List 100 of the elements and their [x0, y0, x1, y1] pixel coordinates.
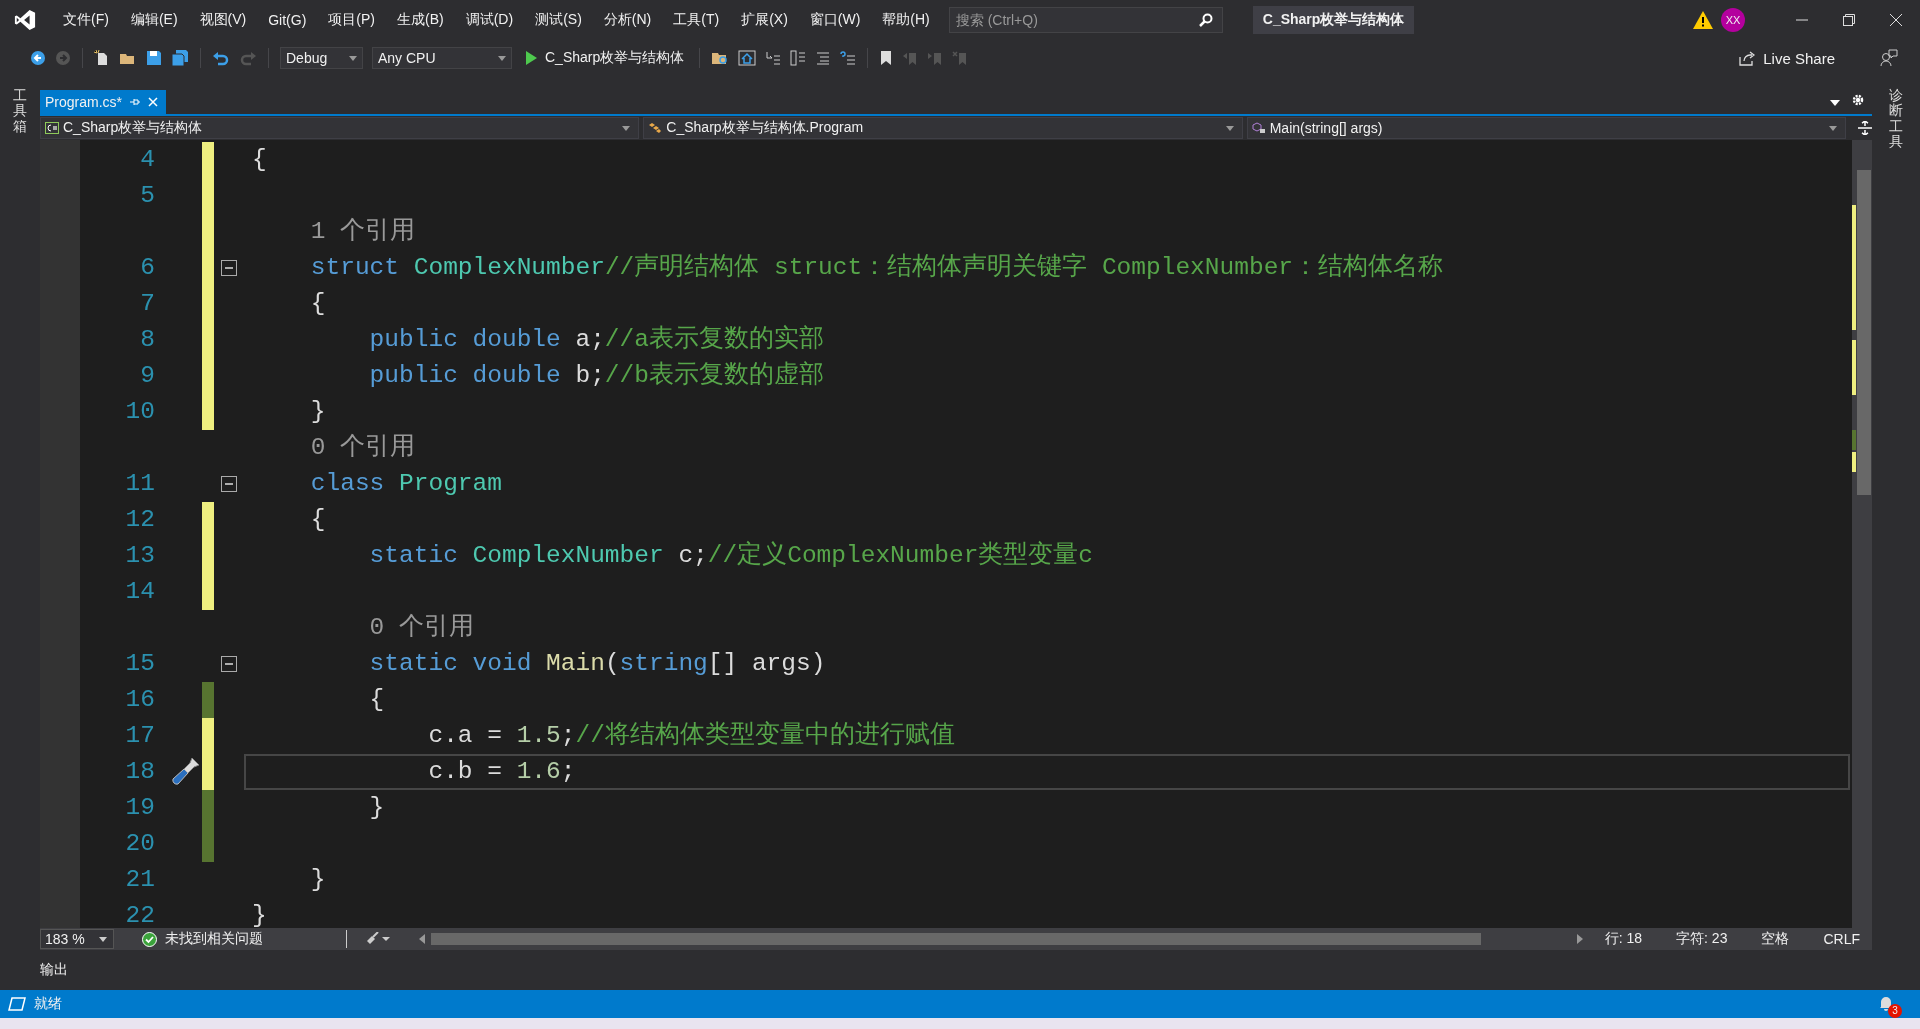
reference-count[interactable]: 0 个引用: [252, 434, 416, 461]
code-token: ;: [560, 722, 576, 749]
menu-item[interactable]: Git(G): [257, 12, 318, 28]
menu-item[interactable]: 窗口(W): [798, 11, 872, 29]
save-icon[interactable]: [146, 50, 162, 66]
line-number: 12: [124, 505, 155, 535]
split-icon[interactable]: [1858, 121, 1872, 135]
comment-lines-icon[interactable]: [815, 50, 832, 66]
member-dropdown[interactable]: Main(string[] args): [1246, 117, 1847, 139]
scroll-thumb[interactable]: [1857, 170, 1871, 495]
line-number: 19: [124, 793, 155, 823]
check-circle-icon: [142, 931, 157, 947]
line-number: 21: [124, 865, 155, 895]
vertical-scrollbar[interactable]: [1852, 140, 1872, 928]
line-number: 22: [124, 901, 155, 928]
feedback-icon[interactable]: [1880, 49, 1898, 67]
code-token: {: [309, 506, 326, 533]
settings-icon[interactable]: [1852, 94, 1864, 106]
menu-item[interactable]: 工具(T): [662, 11, 731, 29]
line-number: 15: [124, 649, 155, 679]
scroll-right-icon[interactable]: [1576, 934, 1583, 944]
issues-status[interactable]: 未找到相关问题: [165, 930, 263, 948]
start-button[interactable]: C_Sharp枚举与结构体: [521, 49, 689, 67]
code-token: (: [604, 650, 620, 677]
save-all-icon[interactable]: [171, 50, 189, 66]
search-field[interactable]: 搜索 (Ctrl+Q): [948, 7, 1223, 33]
reference-count[interactable]: 1 个引用: [252, 218, 416, 245]
fold-toggle-icon[interactable]: [221, 476, 237, 492]
caret-icon: [99, 936, 107, 942]
code-token: public double: [368, 362, 562, 389]
line-number: 6: [139, 253, 155, 283]
home-icon[interactable]: [738, 50, 757, 66]
csharp-project-icon: [45, 122, 59, 134]
code-token: [] args): [707, 650, 826, 677]
bell-icon[interactable]: [1878, 994, 1894, 1011]
output-tab[interactable]: 输出: [40, 961, 68, 979]
code-token: }: [368, 794, 385, 821]
menu-item[interactable]: 扩展(X): [730, 11, 799, 29]
scroll-left-icon[interactable]: [418, 934, 425, 944]
menu-item[interactable]: 编辑(E): [119, 11, 189, 29]
code-token: //b表示复数的虚部: [604, 362, 824, 389]
type-dropdown[interactable]: C_Sharp枚举与结构体.Program: [643, 117, 1243, 139]
menu-item[interactable]: 视图(V): [188, 11, 258, 29]
column-indicator[interactable]: 字符: 23: [1676, 930, 1728, 948]
pin-icon[interactable]: [130, 97, 141, 107]
caret-icon: [1829, 125, 1838, 131]
configuration-dropdown[interactable]: Debug: [280, 47, 363, 69]
caret-icon: [622, 125, 631, 131]
account-avatar[interactable]: XX: [1721, 8, 1745, 32]
line-number: 9: [139, 361, 155, 391]
menu-item[interactable]: 调试(D): [454, 11, 525, 29]
fold-toggle-icon[interactable]: [221, 656, 237, 672]
whitespace-indicator[interactable]: 空格: [1761, 930, 1790, 948]
line-indicator[interactable]: 行: 18: [1604, 930, 1643, 948]
code-token: class: [309, 470, 386, 497]
code-token: //将结构体类型变量中的进行赋值: [575, 722, 955, 749]
fold-toggle-icon[interactable]: [221, 260, 237, 276]
line-number: 7: [139, 289, 155, 319]
solution-name: C_Sharp枚举与结构体: [1252, 6, 1415, 34]
find-folder-icon[interactable]: [711, 50, 730, 66]
code-token: string: [619, 650, 708, 677]
horizontal-scrollbar[interactable]: [418, 933, 1583, 945]
panel-icon[interactable]: [790, 50, 807, 66]
code-token: c.a =: [427, 722, 503, 749]
notification-count: 3: [1888, 1003, 1902, 1018]
help-lines-icon[interactable]: [840, 50, 857, 66]
menu-item[interactable]: 测试(S): [524, 11, 593, 29]
code-token: ComplexNumber: [413, 254, 605, 281]
code-token: }: [309, 866, 326, 893]
new-project-icon[interactable]: [94, 50, 110, 66]
play-icon: [525, 51, 537, 65]
code-token: //声明结构体 struct：结构体声明关键字 ComplexNumber：结构体名称: [604, 254, 1444, 281]
reference-count[interactable]: 0 个引用: [252, 614, 475, 641]
diagnostic-tools-tab[interactable]: 诊断工具: [1889, 88, 1903, 150]
menu-item[interactable]: 分析(N): [592, 11, 663, 29]
toolbox-tab[interactable]: 工具箱: [13, 88, 27, 135]
menu-item[interactable]: 文件(F): [52, 11, 120, 29]
share-icon: [1739, 50, 1756, 66]
restore-icon[interactable]: [1843, 14, 1855, 26]
zoom-dropdown[interactable]: 183 %: [40, 929, 114, 949]
visual-studio-logo-icon: [14, 9, 36, 31]
line-number: 17: [124, 721, 155, 751]
close-icon[interactable]: [1890, 14, 1902, 26]
bookmark-icon[interactable]: [879, 50, 894, 66]
outdent-icon[interactable]: [765, 50, 782, 66]
back-icon[interactable]: [30, 50, 46, 66]
menu-item[interactable]: 项目(P): [317, 11, 386, 29]
tab-list-icon[interactable]: [1830, 100, 1840, 106]
caret-icon: [498, 55, 506, 61]
document-tab[interactable]: Program.cs*: [40, 90, 167, 114]
code-token: c.b =: [427, 758, 503, 785]
line-ending-indicator[interactable]: CRLF: [1823, 931, 1860, 947]
warning-icon[interactable]: [1693, 11, 1713, 29]
platform-dropdown[interactable]: Any CPU: [372, 47, 512, 69]
menu-item[interactable]: 帮助(H): [871, 11, 941, 29]
line-number: 8: [139, 325, 155, 355]
project-dropdown[interactable]: C_Sharp枚举与结构体: [40, 117, 640, 139]
undo-icon[interactable]: [212, 50, 230, 66]
menu-item[interactable]: 生成(B): [386, 11, 455, 29]
live-share-button[interactable]: Live Share: [1733, 48, 1841, 68]
